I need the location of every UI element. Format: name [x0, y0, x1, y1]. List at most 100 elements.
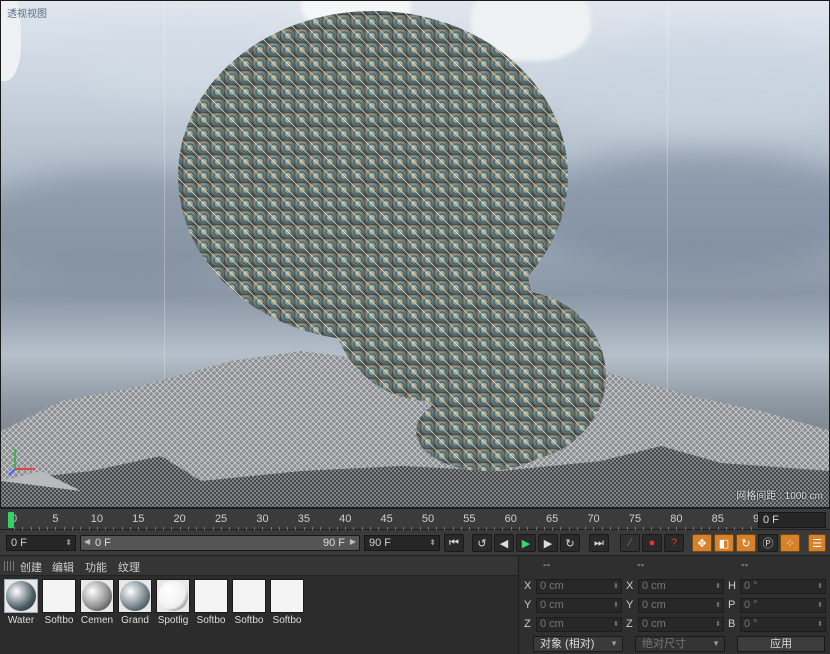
size-y-field[interactable]: 0 cm ⬍ — [638, 598, 724, 613]
coordinate-mode-dropdown[interactable]: 对象 (相对) ▼ — [533, 636, 623, 652]
preview-range-slider[interactable]: ◀ 0 F 90 F ▶ — [80, 535, 360, 551]
spinner-icon[interactable]: ⬍ — [613, 580, 619, 593]
perspective-viewport[interactable]: 透视视图 网格间距 : 1000 cm — [0, 0, 830, 508]
material-name: Cemen — [80, 615, 114, 626]
spinner-icon[interactable]: ⬍ — [429, 536, 436, 550]
scale-icon[interactable]: ◧ — [714, 534, 734, 552]
range-end-label: 90 F — [322, 537, 345, 549]
menu-function[interactable]: 功能 — [85, 559, 107, 575]
material-swatch[interactable]: Softbo — [193, 579, 229, 629]
spinner-icon[interactable]: ⬍ — [817, 618, 823, 631]
axis-gizmo-icon — [8, 449, 35, 476]
move-icon[interactable]: ✥ — [692, 534, 712, 552]
rotation-h-value: 0 ° — [744, 580, 758, 592]
position-z-field[interactable]: 0 cm ⬍ — [536, 617, 622, 632]
spinner-icon[interactable]: ⬍ — [65, 536, 72, 550]
size-z-field[interactable]: 0 cm ⬍ — [638, 617, 724, 632]
size-header: -- — [637, 559, 645, 571]
terrain-mesh — [1, 11, 829, 507]
material-preview — [194, 579, 228, 613]
size-y-value: 0 cm — [642, 599, 666, 611]
material-swatch[interactable]: Grand — [117, 579, 153, 629]
range-left-arrow-icon[interactable]: ◀ — [84, 537, 90, 546]
material-name: Softbo — [234, 615, 264, 626]
timeline-tick-label: 15 — [132, 513, 145, 525]
rotation-h-field[interactable]: 0 ° ⬍ — [740, 579, 826, 594]
timeline-tick-label: 25 — [214, 513, 228, 525]
spinner-icon[interactable]: ⬍ — [715, 599, 721, 612]
chevron-down-icon: ▼ — [712, 639, 720, 648]
timeline-tick-label: 70 — [587, 513, 600, 525]
go-to-end-icon[interactable]: ⏭ — [589, 534, 609, 552]
record-icon[interactable]: ● — [642, 534, 662, 552]
transport-bar: 0 F ⬍ ◀ 0 F 90 F ▶ 90 F ⬍ ⏮ ↺ ◀ ▶ ▶ ↻ ⏭ … — [0, 530, 830, 556]
prev-keyframe-icon[interactable]: ↺ — [472, 534, 492, 552]
axis-label-h: H — [728, 580, 736, 592]
timeline-tick-label: 45 — [380, 513, 393, 525]
spinner-icon[interactable]: ⬍ — [817, 599, 823, 612]
timeline-tick-label: 30 — [256, 513, 269, 525]
material-swatch[interactable]: Softbo — [41, 579, 77, 629]
menu-create[interactable]: 创建 — [20, 559, 42, 575]
pla-icon[interactable]: ⁘ — [780, 534, 800, 552]
spinner-icon[interactable]: ⬍ — [613, 599, 619, 612]
timeline-tick-label: 50 — [421, 513, 435, 525]
timeline-tick-label: 20 — [173, 513, 186, 525]
timeline-tick-label: 80 — [670, 513, 683, 525]
keyframe-selection-icon[interactable]: ⁄ — [620, 534, 640, 552]
coordinate-mode-value: 对象 (相对) — [540, 638, 595, 650]
timeline-icon[interactable]: ☰ — [808, 534, 826, 552]
autokey-icon[interactable]: ? — [664, 534, 684, 552]
axis-label-x: X — [524, 580, 532, 592]
material-swatch[interactable]: Softbo — [269, 579, 305, 629]
rotation-b-value: 0 ° — [744, 618, 758, 630]
material-name: Softbo — [196, 615, 226, 626]
position-y-value: 0 cm — [540, 599, 564, 611]
material-name: Spotlig — [157, 615, 189, 626]
menu-texture[interactable]: 纹理 — [118, 559, 140, 575]
prev-frame-icon[interactable]: ◀ — [494, 534, 514, 552]
spinner-icon[interactable]: ⬍ — [715, 580, 721, 593]
menu-edit[interactable]: 编辑 — [52, 559, 74, 575]
coordinates-manager: -- -- -- X 0 cm ⬍ Y 0 cm ⬍ Z 0 cm ⬍ X 0 cm ⬍… — [518, 556, 830, 654]
rotation-p-field[interactable]: 0 ° ⬍ — [740, 598, 826, 613]
material-list: Water Softbo Cemen Grand Spotlig Softbo Softbo… — [0, 576, 518, 654]
material-swatch[interactable]: Softbo — [231, 579, 267, 629]
material-swatch[interactable]: Cemen — [79, 579, 115, 629]
material-manager-menubar: 创建 编辑 功能 纹理 — [0, 556, 518, 576]
spinner-icon[interactable]: ⬍ — [613, 618, 619, 631]
spinner-icon[interactable]: ⬍ — [817, 580, 823, 593]
grid-spacing-readout: 网格间距 : 1000 cm — [736, 491, 823, 502]
axis-label-y: Y — [626, 599, 634, 611]
range-right-arrow-icon[interactable]: ▶ — [350, 537, 356, 546]
next-keyframe-icon[interactable]: ↻ — [560, 534, 580, 552]
current-frame-field[interactable]: 0 F — [758, 512, 826, 528]
position-x-value: 0 cm — [540, 580, 564, 592]
size-mode-dropdown[interactable]: 绝对尺寸 ▼ — [635, 636, 725, 652]
material-swatch[interactable]: Water — [3, 579, 39, 629]
rotate-icon[interactable]: ↻ — [736, 534, 756, 552]
material-name: Softbo — [272, 615, 302, 626]
size-x-field[interactable]: 0 cm ⬍ — [638, 579, 724, 594]
timeline-track[interactable]: 051015202530354045505560657075808590 — [6, 509, 765, 531]
panel-grip-icon[interactable] — [4, 561, 14, 571]
axis-label-z: Z — [524, 618, 531, 630]
min-frame-field[interactable]: 0 F ⬍ — [6, 535, 76, 551]
axis-label-b: B — [728, 618, 736, 630]
material-swatch[interactable]: Spotlig — [155, 579, 191, 629]
position-x-field[interactable]: 0 cm ⬍ — [536, 579, 622, 594]
apply-button[interactable]: 应用 — [737, 636, 825, 652]
rotation-b-field[interactable]: 0 ° ⬍ — [740, 617, 826, 632]
position-y-field[interactable]: 0 cm ⬍ — [536, 598, 622, 613]
position-header: -- — [543, 559, 551, 571]
timeline-ruler[interactable]: 051015202530354045505560657075808590 0 F — [0, 508, 830, 531]
material-preview — [118, 579, 152, 613]
timeline-playhead[interactable] — [8, 512, 14, 528]
play-icon[interactable]: ▶ — [516, 534, 536, 552]
rotation-p-value: 0 ° — [744, 599, 758, 611]
go-to-start-icon[interactable]: ⏮ — [444, 534, 464, 552]
next-frame-icon[interactable]: ▶ — [538, 534, 558, 552]
parameter-icon[interactable]: Ⓟ — [758, 534, 778, 552]
max-frame-field[interactable]: 90 F ⬍ — [364, 535, 440, 551]
spinner-icon[interactable]: ⬍ — [715, 618, 721, 631]
